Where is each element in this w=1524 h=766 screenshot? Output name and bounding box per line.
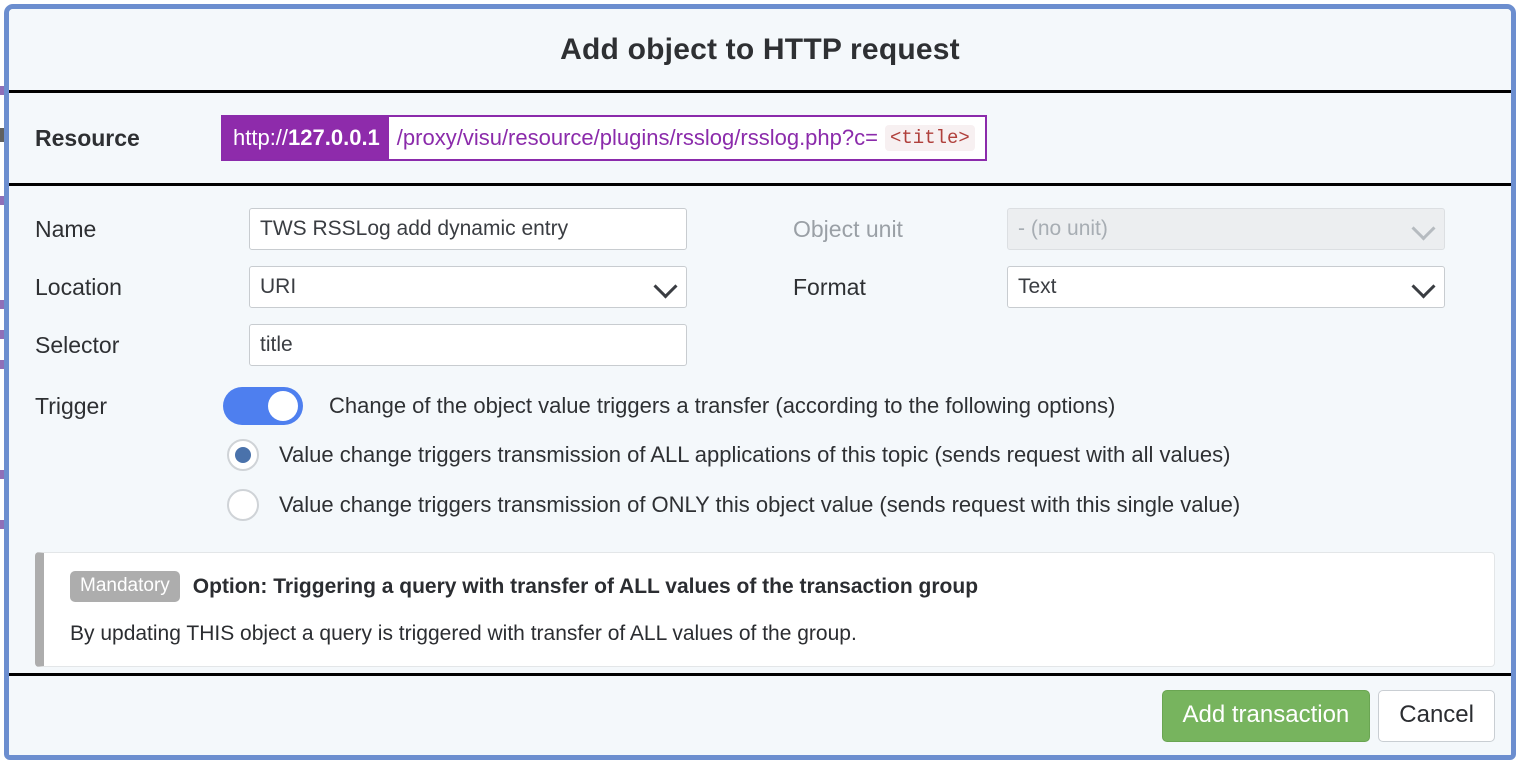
resource-scheme: http:// [233,125,289,150]
info-panel-title: Option: Triggering a query with transfer… [192,574,979,598]
chevron-down-icon [1411,274,1436,299]
info-panel: Mandatory Option: Triggering a query wit… [35,552,1495,667]
grid-spacer [689,258,793,316]
dialog-header: Add object to HTTP request [9,9,1511,93]
grid-spacer [689,316,793,374]
chevron-down-icon [653,274,678,299]
object-unit-label: Object unit [793,215,903,242]
grid-spacer [1007,316,1447,374]
dialog-title: Add object to HTTP request [560,32,960,66]
radio-trigger-only-label: Value change triggers transmission of ON… [279,492,1241,517]
radio-trigger-all[interactable] [227,439,259,471]
resource-placeholder-token: <title> [884,125,975,151]
info-panel-body: By updating THIS object a query is trigg… [70,622,857,645]
format-label: Format [793,273,866,300]
trigger-toggle-text: Change of the object value triggers a tr… [329,393,1116,418]
dialog-body: Name Object unit - (no unit) Location UR… [9,186,1511,673]
location-select[interactable]: URI [249,266,687,308]
selector-input[interactable] [249,324,687,366]
radio-trigger-all-label: Value change triggers transmission of AL… [279,442,1231,467]
chevron-down-icon [1411,216,1436,241]
location-value: URI [260,275,297,298]
object-unit-select: - (no unit) [1007,208,1445,250]
grid-spacer [689,200,793,258]
resource-host: 127.0.0.1 [288,125,380,150]
format-select[interactable]: Text [1007,266,1445,308]
cancel-button[interactable]: Cancel [1378,689,1495,742]
format-value: Text [1018,275,1057,298]
resource-host-block: http://127.0.0.1 [223,117,389,159]
trigger-section: Trigger Change of the object value trigg… [9,382,1511,530]
object-unit-value: - (no unit) [1018,217,1108,240]
trigger-toggle-row: Trigger Change of the object value trigg… [35,382,1511,430]
trigger-toggle[interactable] [223,387,303,425]
trigger-label: Trigger [35,392,107,419]
toggle-knob [268,391,298,421]
trigger-option-only-row[interactable]: Value change triggers transmission of ON… [35,480,1511,530]
selector-label: Selector [35,331,120,358]
add-object-dialog: Add object to HTTP request Resource http… [4,4,1516,760]
grid-spacer [793,316,1007,374]
resource-label: Resource [35,124,140,151]
location-label: Location [35,273,122,300]
name-input[interactable] [249,208,687,250]
form-grid: Name Object unit - (no unit) Location UR… [9,200,1511,374]
info-panel-header: Mandatory Option: Triggering a query wit… [70,571,1472,602]
resource-path-block: /proxy/visu/resource/plugins/rsslog/rssl… [389,117,985,159]
name-label: Name [35,215,97,242]
radio-trigger-only[interactable] [227,489,259,521]
add-transaction-button[interactable]: Add transaction [1161,689,1371,742]
resource-row: Resource http://127.0.0.1 /proxy/visu/re… [9,93,1511,186]
dialog-footer: Add transaction Cancel [9,673,1511,755]
resource-url-field[interactable]: http://127.0.0.1 /proxy/visu/resource/pl… [221,115,987,161]
resource-path: /proxy/visu/resource/plugins/rsslog/rssl… [396,125,878,150]
trigger-option-all-row[interactable]: Value change triggers transmission of AL… [35,430,1511,480]
status-badge: Mandatory [70,571,180,602]
